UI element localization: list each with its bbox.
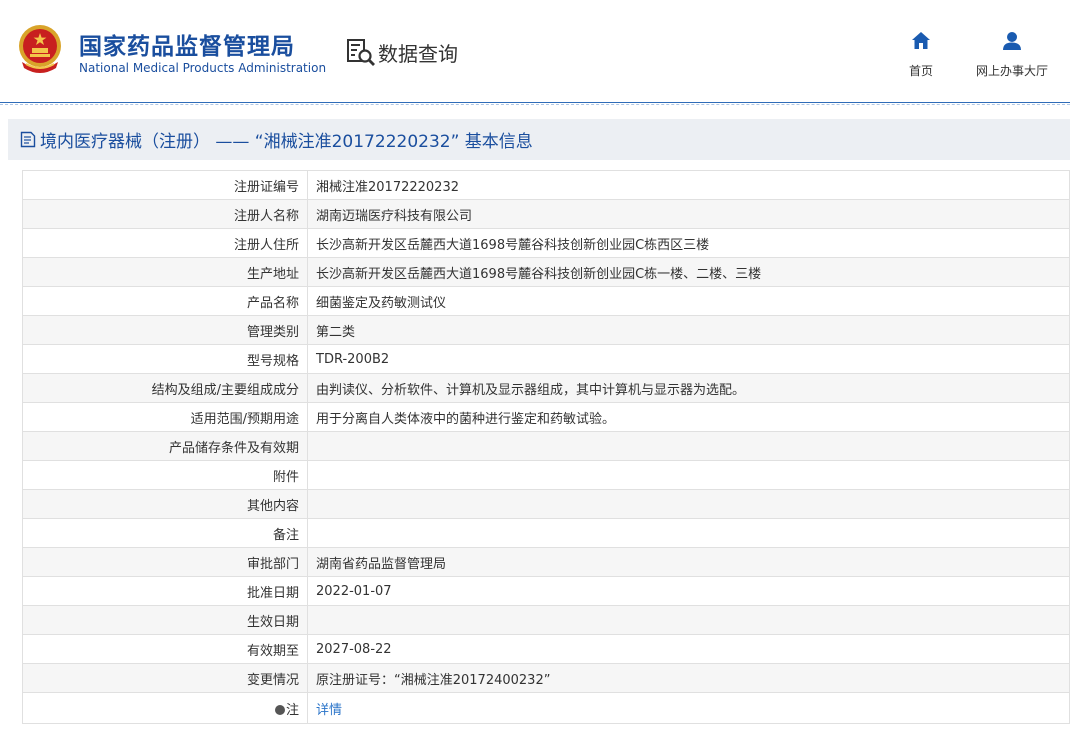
- field-value: [307, 518, 1070, 548]
- field-row: 其他内容: [22, 489, 1070, 519]
- field-row: 管理类别 第二类: [22, 315, 1070, 345]
- field-label: 其他内容: [22, 489, 308, 519]
- field-row: 注册人住所 长沙高新开发区岳麓西大道1698号麓谷科技创新创业园C栋西区三楼: [22, 228, 1070, 258]
- field-label: 注册人名称: [22, 199, 308, 229]
- record-detail-table: 注册证编号 湘械注准20172220232 注册人名称 湖南迈瑞医疗科技有限公司 注册人…: [22, 170, 1070, 724]
- field-value: [307, 460, 1070, 490]
- field-value: 第二类: [307, 315, 1070, 345]
- nav-home[interactable]: 首页: [901, 30, 941, 79]
- field-label: 适用范围/预期用途: [22, 402, 308, 432]
- national-emblem-icon: [19, 25, 61, 73]
- field-label: 型号规格: [22, 344, 308, 374]
- field-label: 备注: [22, 518, 308, 548]
- field-row: 结构及组成/主要组成成分 由判读仪、分析软件、计算机及显示器组成，其中计算机与显示…: [22, 373, 1070, 403]
- field-value: 原注册证号：“湘械注准20172400232”: [307, 663, 1070, 693]
- field-label: 变更情况: [22, 663, 308, 693]
- home-icon: [912, 32, 930, 49]
- field-row: 产品名称 细菌鉴定及药敏测试仪: [22, 286, 1070, 316]
- document-icon: [20, 131, 36, 148]
- field-row: 生效日期: [22, 605, 1070, 635]
- field-value: 2022-01-07: [307, 576, 1070, 606]
- field-value: 2027-08-22: [307, 634, 1070, 664]
- field-label: 管理类别: [22, 315, 308, 345]
- page-title-bar: 境内医疗器械（注册） —— “湘械注准20172220232” 基本信息: [8, 119, 1070, 160]
- note-row: 注 详情: [22, 692, 1070, 724]
- agency-name-en: National Medical Products Administration: [79, 61, 327, 75]
- field-label: 产品储存条件及有效期: [22, 431, 308, 461]
- field-value: 湖南省药品监督管理局: [307, 547, 1070, 577]
- user-icon: [1003, 32, 1021, 50]
- data-query-label: 数据查询: [378, 41, 458, 66]
- field-value: 湖南迈瑞医疗科技有限公司: [307, 199, 1070, 229]
- data-query-icon: [347, 39, 375, 66]
- field-label: 注册证编号: [22, 170, 308, 200]
- nav-online-service-hall[interactable]: 网上办事大厅: [969, 30, 1055, 79]
- field-value: [307, 605, 1070, 635]
- nav-online-service-hall-label: 网上办事大厅: [975, 64, 1048, 78]
- field-row: 变更情况 原注册证号：“湘械注准20172400232”: [22, 663, 1070, 693]
- data-query-link[interactable]: 数据查询: [346, 37, 458, 67]
- field-row: 型号规格 TDR-200B2: [22, 344, 1070, 374]
- field-value: 长沙高新开发区岳麓西大道1698号麓谷科技创新创业园C栋一楼、二楼、三楼: [307, 257, 1070, 287]
- note-value-cell: 详情: [307, 692, 1070, 724]
- field-row: 生产地址 长沙高新开发区岳麓西大道1698号麓谷科技创新创业园C栋一楼、二楼、三楼: [22, 257, 1070, 287]
- field-row: 产品储存条件及有效期: [22, 431, 1070, 461]
- field-row: 附件: [22, 460, 1070, 490]
- note-label-cell: 注: [22, 692, 308, 724]
- nav-home-label: 首页: [908, 64, 933, 78]
- field-row: 批准日期 2022-01-07: [22, 576, 1070, 606]
- field-value: 用于分离自人类体液中的菌种进行鉴定和药敏试验。: [307, 402, 1070, 432]
- field-label: 附件: [22, 460, 308, 490]
- field-value: [307, 431, 1070, 461]
- field-label: 注册人住所: [22, 228, 308, 258]
- field-label: 结构及组成/主要组成成分: [22, 373, 308, 403]
- field-value: 细菌鉴定及药敏测试仪: [307, 286, 1070, 316]
- field-label: 生效日期: [22, 605, 308, 635]
- field-label: 批准日期: [22, 576, 308, 606]
- site-header: 国家药品监督管理局 National Medical Products Admi…: [0, 0, 1070, 102]
- field-label: 有效期至: [22, 634, 308, 664]
- field-label: 生产地址: [22, 257, 308, 287]
- field-row: 有效期至 2027-08-22: [22, 634, 1070, 664]
- field-label: 产品名称: [22, 286, 308, 316]
- bulb-icon: [274, 704, 285, 715]
- field-row: 审批部门 湖南省药品监督管理局: [22, 547, 1070, 577]
- field-value: TDR-200B2: [307, 344, 1070, 374]
- field-label: 审批部门: [22, 547, 308, 577]
- agency-name-cn: 国家药品监督管理局: [79, 34, 295, 60]
- field-value: [307, 489, 1070, 519]
- header-divider: [0, 102, 1070, 105]
- field-row: 适用范围/预期用途 用于分离自人类体液中的菌种进行鉴定和药敏试验。: [22, 402, 1070, 432]
- detail-link[interactable]: 详情: [316, 703, 342, 718]
- field-value: 由判读仪、分析软件、计算机及显示器组成，其中计算机与显示器为选配。: [307, 373, 1070, 403]
- field-row: 注册证编号 湘械注准20172220232: [22, 170, 1070, 200]
- field-row: 备注: [22, 518, 1070, 548]
- field-value: 长沙高新开发区岳麓西大道1698号麓谷科技创新创业园C栋西区三楼: [307, 228, 1070, 258]
- field-row: 注册人名称 湖南迈瑞医疗科技有限公司: [22, 199, 1070, 229]
- note-label: 注: [285, 702, 299, 718]
- field-value: 湘械注准20172220232: [307, 170, 1070, 200]
- page-title: 境内医疗器械（注册） —— “湘械注准20172220232” 基本信息: [40, 132, 533, 152]
